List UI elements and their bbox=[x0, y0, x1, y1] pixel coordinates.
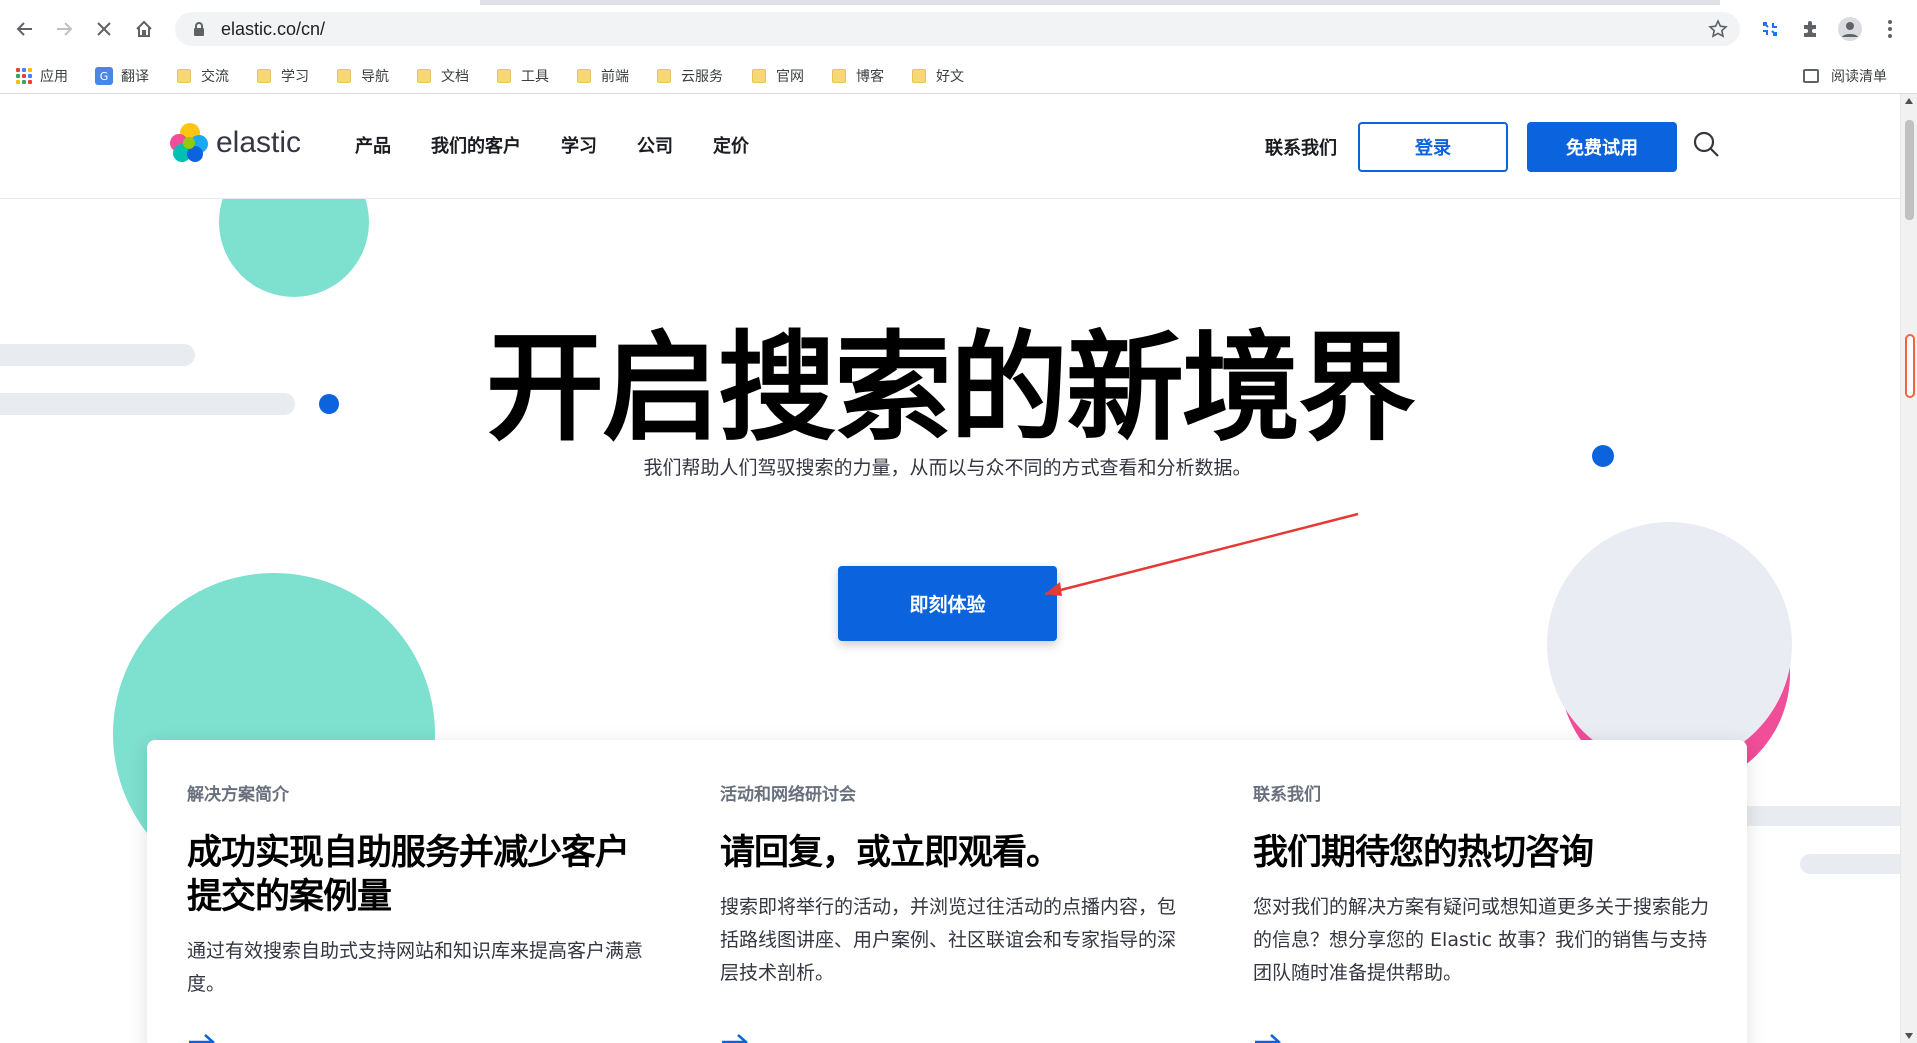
nav-item-pricing[interactable]: 定价 bbox=[713, 132, 749, 158]
login-button[interactable]: 登录 bbox=[1358, 122, 1508, 172]
bookmark-folder[interactable]: 官网 bbox=[752, 66, 804, 86]
bookmark-apps[interactable]: 应用 bbox=[16, 66, 68, 86]
bookmark-label: 翻译 bbox=[121, 69, 149, 85]
bookmark-folder[interactable]: 学习 bbox=[257, 66, 309, 86]
reading-list-button[interactable]: 阅读清单 bbox=[1803, 66, 1887, 86]
folder-icon bbox=[417, 69, 431, 83]
folder-icon bbox=[257, 69, 271, 83]
nav-item-customers[interactable]: 我们的客户 bbox=[431, 132, 521, 158]
contact-us-link[interactable]: 联系我们 bbox=[1265, 134, 1337, 160]
site-header: elastic 产品 我们的客户 学习 公司 定价 联系我们 登录 免费试用 bbox=[0, 94, 1900, 199]
bookmark-label: 好文 bbox=[936, 69, 964, 85]
tab-strip bbox=[480, 0, 1720, 5]
bookmark-folder[interactable]: 好文 bbox=[912, 66, 964, 86]
main-nav: 产品 我们的客户 学习 公司 定价 bbox=[355, 132, 789, 158]
red-annotation-arrow bbox=[1044, 512, 1359, 596]
bookmark-folder[interactable]: 工具 bbox=[497, 66, 549, 86]
bookmark-label: 文档 bbox=[441, 69, 469, 85]
nav-item-products[interactable]: 产品 bbox=[355, 132, 391, 158]
web-page: elastic 产品 我们的客户 学习 公司 定价 联系我们 登录 免费试用 开… bbox=[0, 94, 1900, 1043]
scroll-down-icon[interactable] bbox=[1905, 1033, 1913, 1039]
address-bar[interactable]: elastic.co/cn/ bbox=[175, 12, 1740, 46]
folder-icon bbox=[832, 69, 846, 83]
apps-grid-icon bbox=[16, 68, 32, 84]
nav-item-learn[interactable]: 学习 bbox=[561, 132, 597, 158]
logo-text: elastic bbox=[216, 126, 302, 159]
search-icon[interactable] bbox=[1692, 130, 1722, 160]
lock-icon[interactable] bbox=[187, 17, 211, 41]
bookmark-folder[interactable]: 前端 bbox=[577, 66, 629, 86]
bookmark-label: 导航 bbox=[361, 69, 389, 85]
nav-item-company[interactable]: 公司 bbox=[637, 132, 673, 158]
browser-menu-icon[interactable] bbox=[1875, 14, 1905, 44]
side-panel-handle[interactable] bbox=[1905, 334, 1915, 398]
scroll-up-icon[interactable] bbox=[1905, 98, 1913, 104]
bookmark-label: 云服务 bbox=[681, 69, 723, 85]
screenshot-extension-icon[interactable] bbox=[1755, 14, 1785, 44]
folder-icon bbox=[752, 69, 766, 83]
forward-icon[interactable] bbox=[49, 14, 79, 44]
bookmark-label: 官网 bbox=[776, 69, 804, 85]
bookmark-folder[interactable]: 导航 bbox=[337, 66, 389, 86]
bookmarks-bar: 应用 G 翻译 交流 学习 导航 文档 工具 前端 云服务 官网 博客 好文 阅… bbox=[0, 58, 1917, 94]
folder-icon bbox=[657, 69, 671, 83]
folder-icon bbox=[337, 69, 351, 83]
page-scrollbar[interactable] bbox=[1900, 94, 1917, 1043]
bookmark-label: 学习 bbox=[281, 69, 309, 85]
reading-list-label: 阅读清单 bbox=[1831, 69, 1887, 85]
bookmark-label: 应用 bbox=[40, 69, 68, 85]
bookmark-folder[interactable]: 交流 bbox=[177, 66, 229, 86]
free-trial-button[interactable]: 免费试用 bbox=[1527, 122, 1677, 172]
elastic-logo-icon bbox=[170, 123, 208, 162]
folder-icon bbox=[577, 69, 591, 83]
scrollbar-thumb[interactable] bbox=[1905, 120, 1914, 220]
elastic-logo[interactable]: elastic bbox=[168, 122, 301, 164]
browser-toolbar: elastic.co/cn/ bbox=[0, 0, 1917, 58]
bookmark-folder[interactable]: 文档 bbox=[417, 66, 469, 86]
bookmark-label: 交流 bbox=[201, 69, 229, 85]
bookmark-translate[interactable]: G 翻译 bbox=[95, 66, 149, 86]
stop-loading-icon[interactable] bbox=[89, 14, 119, 44]
profile-avatar-icon[interactable] bbox=[1835, 14, 1865, 44]
extensions-puzzle-icon[interactable] bbox=[1795, 14, 1825, 44]
reading-list-icon bbox=[1803, 69, 1819, 83]
folder-icon bbox=[497, 69, 511, 83]
bookmark-folder[interactable]: 博客 bbox=[832, 66, 884, 86]
home-icon[interactable] bbox=[129, 14, 159, 44]
bookmark-folder[interactable]: 云服务 bbox=[657, 66, 723, 86]
bookmark-label: 工具 bbox=[521, 69, 549, 85]
bookmark-label: 博客 bbox=[856, 69, 884, 85]
url-text[interactable]: elastic.co/cn/ bbox=[221, 19, 325, 40]
back-icon[interactable] bbox=[10, 14, 40, 44]
bookmark-label: 前端 bbox=[601, 69, 629, 85]
bookmark-star-icon[interactable] bbox=[1706, 17, 1730, 41]
folder-icon bbox=[912, 69, 926, 83]
folder-icon bbox=[177, 69, 191, 83]
translate-icon: G bbox=[95, 67, 113, 85]
